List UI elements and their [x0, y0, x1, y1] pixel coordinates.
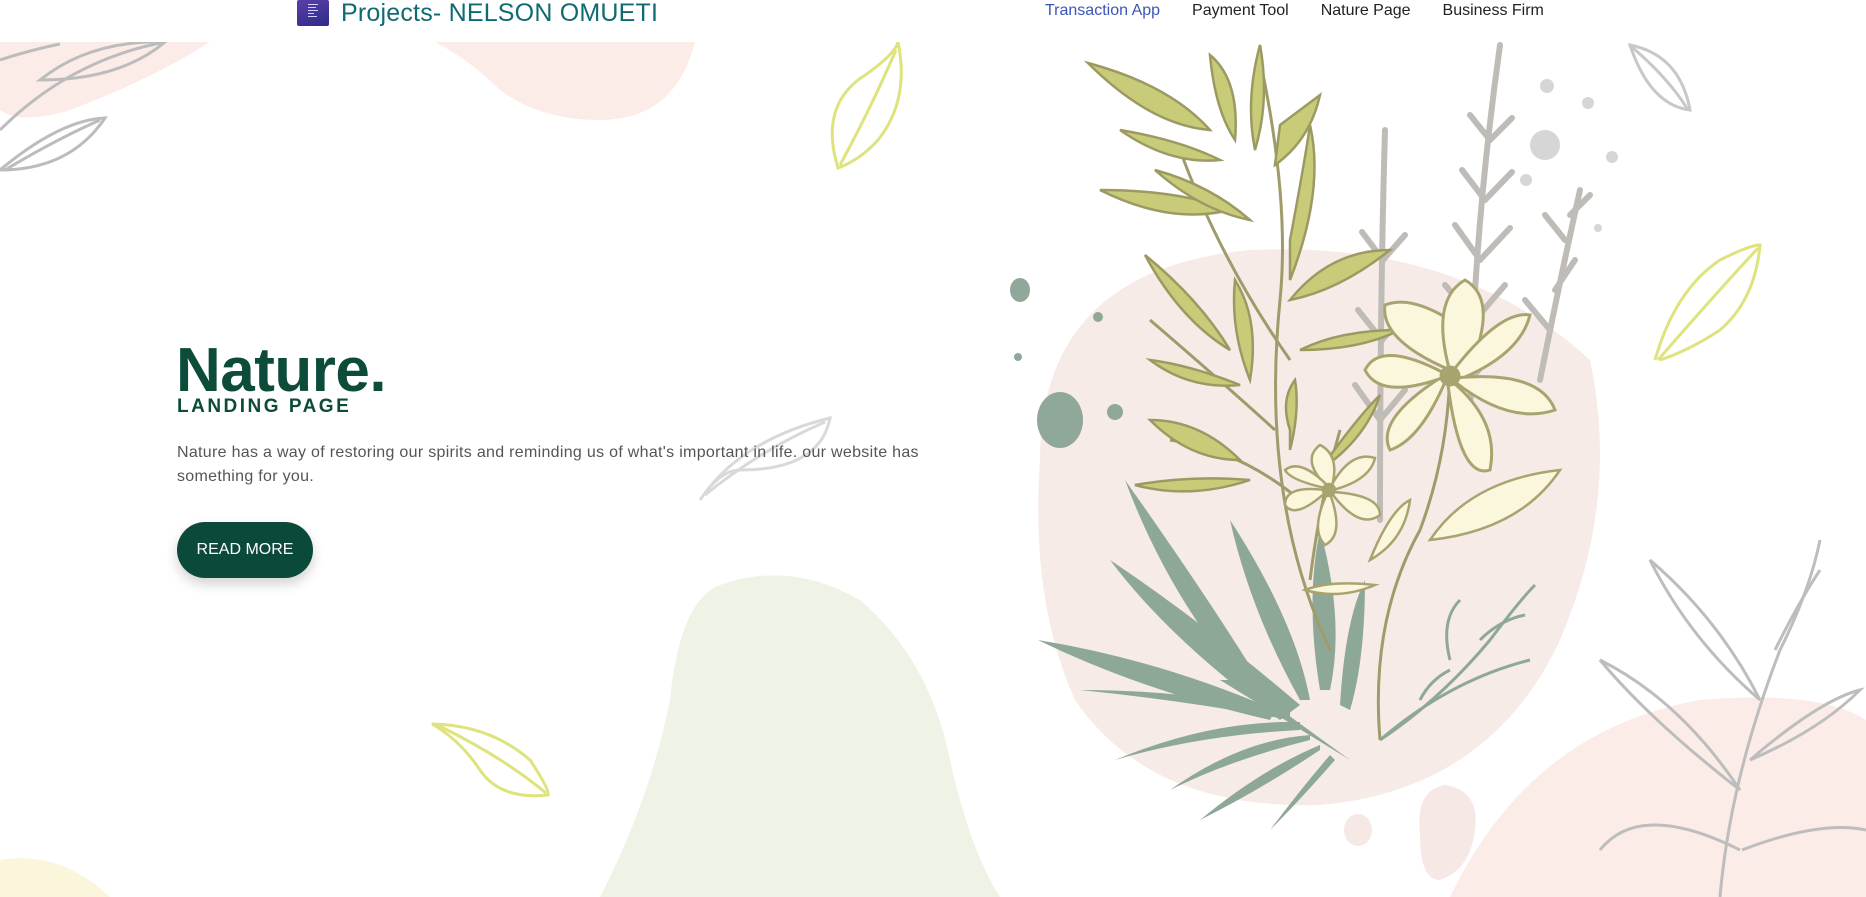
brand-title[interactable]: Projects- NELSON OMUETI	[341, 0, 658, 26]
blush-blob-top-left	[0, 42, 210, 118]
grey-dots	[1520, 79, 1618, 232]
blush-blob-top-center	[435, 42, 695, 120]
nav-link-nature-page[interactable]: Nature Page	[1321, 2, 1411, 20]
page: Projects- NELSON OMUETI Transaction App …	[0, 0, 1866, 897]
grey-leaf-top-right	[1627, 43, 1692, 112]
nav-link-business-firm[interactable]: Business Firm	[1443, 2, 1544, 20]
nav-link-transaction-app[interactable]: Transaction App	[1045, 2, 1160, 20]
lime-leaf-right	[1653, 243, 1762, 362]
hero-title: Nature.	[176, 336, 387, 405]
cream-blob-bottom-left	[0, 858, 110, 897]
brand[interactable]: Projects- NELSON OMUETI	[297, 0, 658, 26]
brand-logo-icon[interactable]	[297, 0, 329, 26]
pale-green-blob	[600, 575, 1000, 897]
lime-leaf-top	[830, 41, 903, 170]
hero-description: Nature has a way of restoring our spirit…	[177, 444, 919, 485]
nav-link-payment-tool[interactable]: Payment Tool	[1192, 2, 1289, 20]
nav-links: Transaction App Payment Tool Nature Page…	[1045, 0, 1544, 22]
hero-subtitle: LANDING PAGE	[177, 396, 352, 417]
navbar: Projects- NELSON OMUETI Transaction App …	[0, 0, 1866, 42]
blush-blob-bottom-right	[1450, 697, 1866, 897]
read-more-button[interactable]: READ MORE	[177, 522, 313, 578]
blush-dots	[1344, 785, 1476, 880]
lime-leaf-bottom	[431, 722, 550, 798]
